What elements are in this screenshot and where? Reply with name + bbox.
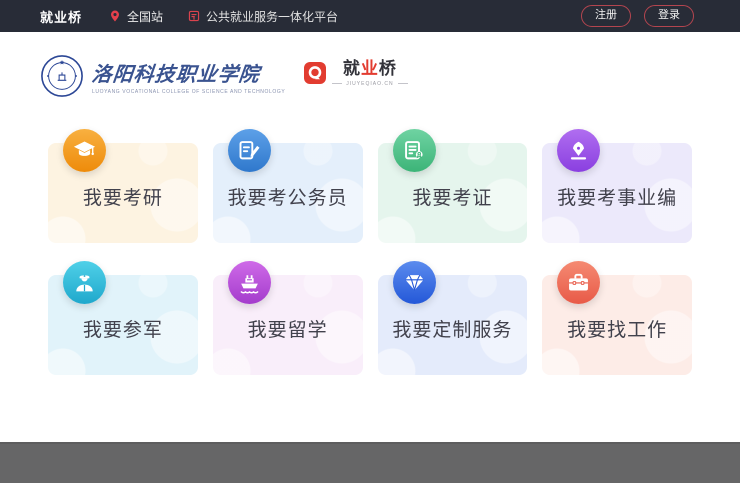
soldier-icon bbox=[63, 261, 106, 304]
service-card-zhaogongzuo[interactable]: 我要找工作 bbox=[542, 275, 692, 375]
service-card-canjun[interactable]: 我要参军 bbox=[48, 275, 198, 375]
college-text: 洛阳科技职业学院 LUOYANG VOCATIONAL COLLEGE OF S… bbox=[92, 58, 285, 95]
service-card-dingzhi[interactable]: 我要定制服务 bbox=[378, 275, 528, 375]
service-card-grid: 我要考研 我要考公务员 我要考证 我要考事业编 我要参军 我要留学 我要定制服务… bbox=[48, 143, 692, 375]
location-pin-icon bbox=[108, 9, 122, 23]
page: 就业桥 全国站 公共就业服务一体化平台 注册 登录 bbox=[0, 0, 740, 483]
certificate-icon bbox=[393, 129, 436, 172]
footer bbox=[0, 442, 740, 483]
card-label: 我要找工作 bbox=[542, 315, 692, 342]
topbar-brand[interactable]: 就业桥 bbox=[40, 7, 82, 26]
header: 洛阳科技职业学院 LUOYANG VOCATIONAL COLLEGE OF S… bbox=[0, 32, 740, 102]
site-label: 全国站 bbox=[127, 8, 163, 25]
card-label: 我要参军 bbox=[48, 315, 198, 342]
site-selector[interactable]: 全国站 bbox=[108, 8, 163, 25]
card-label: 我要定制服务 bbox=[378, 315, 528, 342]
platform-group: 公共就业服务一体化平台 bbox=[187, 8, 338, 25]
pen-nib-icon bbox=[557, 129, 600, 172]
login-button[interactable]: 登录 bbox=[644, 5, 694, 26]
brand-subtitle: JIUYEQIAO.CN bbox=[332, 81, 407, 87]
card-label: 我要考研 bbox=[48, 183, 198, 210]
document-pen-icon bbox=[228, 129, 271, 172]
platform-icon bbox=[187, 9, 201, 23]
jiuyeqiao-logo: 就业桥 JIUYEQIAO.CN bbox=[303, 60, 407, 87]
jiuyeqiao-logo-text: 就业桥 JIUYEQIAO.CN bbox=[332, 60, 407, 87]
card-label: 我要留学 bbox=[213, 315, 363, 342]
service-card-gongwuyuan[interactable]: 我要考公务员 bbox=[213, 143, 363, 243]
college-name-en: LUOYANG VOCATIONAL COLLEGE OF SCIENCE AN… bbox=[92, 89, 285, 95]
ship-icon bbox=[228, 261, 271, 304]
jiuyeqiao-logo-icon bbox=[303, 61, 327, 85]
platform-label: 公共就业服务一体化平台 bbox=[206, 8, 338, 25]
service-card-kaozheng[interactable]: 我要考证 bbox=[378, 143, 528, 243]
card-label: 我要考证 bbox=[378, 183, 528, 210]
brand-name: 就业桥 bbox=[343, 60, 397, 79]
service-card-kaoyan[interactable]: 我要考研 bbox=[48, 143, 198, 243]
service-card-shiyebian[interactable]: 我要考事业编 bbox=[542, 143, 692, 243]
diamond-icon bbox=[393, 261, 436, 304]
university-seal-icon bbox=[40, 54, 84, 98]
topbar: 就业桥 全国站 公共就业服务一体化平台 注册 登录 bbox=[0, 0, 740, 32]
card-label: 我要考事业编 bbox=[542, 183, 692, 210]
briefcase-icon bbox=[557, 261, 600, 304]
college-logo: 洛阳科技职业学院 LUOYANG VOCATIONAL COLLEGE OF S… bbox=[40, 54, 285, 98]
register-button[interactable]: 注册 bbox=[581, 5, 631, 26]
college-name: 洛阳科技职业学院 bbox=[90, 58, 286, 87]
card-label: 我要考公务员 bbox=[213, 183, 363, 210]
graduation-cap-icon bbox=[63, 129, 106, 172]
service-card-liuxue[interactable]: 我要留学 bbox=[213, 275, 363, 375]
